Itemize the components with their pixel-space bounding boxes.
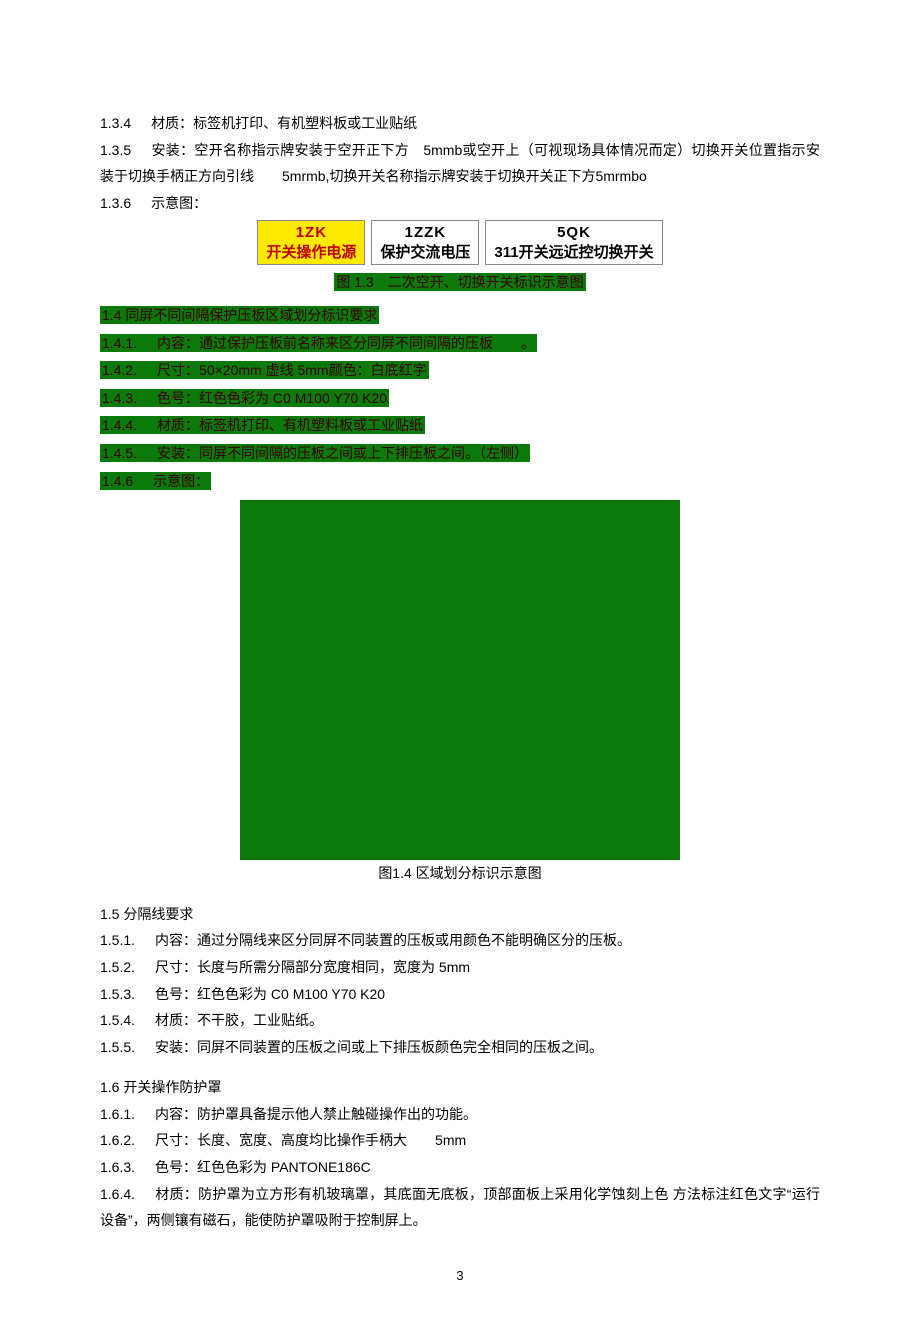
item-1-6-2: 1.6.2. 尺寸：长度、宽度、高度均比操作手柄大 5mm bbox=[100, 1127, 820, 1154]
text-1-3-5: 安装：空开名称指示牌安装于空开正下方 5mmb或空开上（可视现场具体情况而定）切… bbox=[100, 142, 820, 185]
item-1-6-3: 1.6.3. 色号：红色色彩为 PANTONE186C bbox=[100, 1154, 820, 1181]
text-1-6-3: 色号：红色色彩为 PANTONE186C bbox=[155, 1159, 371, 1175]
figure-1-3-caption-text: 图 1.3 二次空开、切换开关标识示意图 bbox=[334, 273, 585, 291]
item-1-3-5: 1.3.5安装：空开名称指示牌安装于空开正下方 5mmb或空开上（可视现场具体情… bbox=[100, 137, 820, 190]
num-1-6-4: 1.6.4. bbox=[100, 1186, 135, 1202]
label-1zzk-sub: 保护交流电压 bbox=[380, 243, 470, 263]
num-1-4-5: 1.4.5. bbox=[102, 445, 137, 461]
num-1-4-4: 1.4.4. bbox=[102, 417, 137, 433]
label-1zk: 1ZK 开关操作电源 bbox=[257, 220, 365, 265]
text-1-4: 1.4 同屏不同间隔保护压板区域划分标识要求 bbox=[100, 306, 379, 324]
item-1-4-3: 1.4.3. 色号：红色色彩为 C0 M100 Y70 K20 bbox=[100, 385, 820, 412]
item-1-3-6: 1.3.6 示意图： bbox=[100, 190, 820, 217]
item-1-4: 1.4 同屏不同间隔保护压板区域划分标识要求 bbox=[100, 302, 820, 329]
num-1-3-5: 1.3.5 bbox=[100, 142, 131, 158]
num-1-6-1: 1.6.1. bbox=[100, 1106, 135, 1122]
label-5qk: 5QK 311开关远近控切换开关 bbox=[485, 220, 662, 265]
text-1-4-1: 内容：通过保护压板前名称来区分同屏不同间隔的压板 。 bbox=[157, 335, 535, 351]
figure-1-4-caption: 图1.4 区域划分标识示意图 bbox=[100, 860, 820, 887]
text-1-4-4: 材质：标签机打印、有机塑料板或工业贴纸 bbox=[157, 417, 423, 433]
num-1-4-1: 1.4.1. bbox=[102, 335, 137, 351]
item-1-5-1: 1.5.1. 内容：通过分隔线来区分同屏不同装置的压板或用颜色不能明确区分的压板。 bbox=[100, 927, 820, 954]
num-1-5-5: 1.5.5. bbox=[100, 1039, 135, 1055]
text-1-5-1: 内容：通过分隔线来区分同屏不同装置的压板或用颜色不能明确区分的压板。 bbox=[155, 932, 631, 948]
text-1-5-4: 材质：不干胶，工业贴纸。 bbox=[155, 1012, 323, 1028]
label-5qk-title: 5QK bbox=[494, 223, 653, 243]
text-1-4-2: 尺寸：50×20mm 虚线 5mm颜色：白底红字 bbox=[157, 362, 427, 378]
text-1-6-4: 材质：防护罩为立方形有机玻璃罩，其底面无底板，顶部面板上采用化学蚀刻上色 方法标… bbox=[100, 1186, 820, 1229]
item-1-5-3: 1.5.3. 色号：红色色彩为 C0 M100 Y70 K20 bbox=[100, 981, 820, 1008]
num-1-4-6: 1.4.6 bbox=[102, 473, 133, 489]
text-1-3-6: 示意图： bbox=[151, 195, 207, 211]
num-1-3-4: 1.3.4 bbox=[100, 115, 131, 131]
label-1zzk: 1ZZK 保护交流电压 bbox=[371, 220, 479, 265]
figure-1-3-caption: 图 1.3 二次空开、切换开关标识示意图 bbox=[100, 269, 820, 296]
num-1-4-2: 1.4.2. bbox=[102, 362, 137, 378]
item-1-5-2: 1.5.2. 尺寸：长度与所需分隔部分宽度相同，宽度为 5mm bbox=[100, 954, 820, 981]
num-1-4-3: 1.4.3. bbox=[102, 390, 137, 406]
figure-1-4-image bbox=[240, 500, 680, 860]
num-1-6-3: 1.6.3. bbox=[100, 1159, 135, 1175]
item-1-4-2: 1.4.2. 尺寸：50×20mm 虚线 5mm颜色：白底红字 bbox=[100, 357, 820, 384]
num-1-3-6: 1.3.6 bbox=[100, 195, 131, 211]
label-1zzk-title: 1ZZK bbox=[380, 223, 470, 243]
num-1-6-2: 1.6.2. bbox=[100, 1132, 135, 1148]
text-1-6-1: 内容：防护罩具备提示他人禁止触碰操作出的功能。 bbox=[155, 1106, 477, 1122]
item-1-4-1: 1.4.1. 内容：通过保护压板前名称来区分同屏不同间隔的压板 。 bbox=[100, 330, 820, 357]
item-1-5-5: 1.5.5. 安装：同屏不同装置的压板之间或上下排压板颜色完全相同的压板之间。 bbox=[100, 1034, 820, 1061]
item-1-4-6: 1.4.6 示意图： bbox=[100, 468, 820, 495]
page-number: 3 bbox=[100, 1264, 820, 1289]
text-1-5-3: 色号：红色色彩为 C0 M100 Y70 K20 bbox=[155, 986, 385, 1002]
label-1zk-title: 1ZK bbox=[266, 223, 356, 243]
item-1-4-4: 1.4.4. 材质：标签机打印、有机塑料板或工业贴纸 bbox=[100, 412, 820, 439]
label-1zk-sub: 开关操作电源 bbox=[266, 243, 356, 263]
item-1-3-4: 1.3.4 材质：标签机打印、有机塑料板或工业贴纸 bbox=[100, 110, 820, 137]
text-1-4-5: 安装：同屏不同间隔的压板之间或上下排压板之间。（左侧） bbox=[157, 445, 528, 461]
num-1-5-2: 1.5.2. bbox=[100, 959, 135, 975]
num-1-5-1: 1.5.1. bbox=[100, 932, 135, 948]
text-1-4-3: 色号：红色色彩为 C0 M100 Y70 K20 bbox=[157, 390, 387, 406]
text-1-4-6: 示意图： bbox=[153, 473, 209, 489]
num-1-5-4: 1.5.4. bbox=[100, 1012, 135, 1028]
item-1-6-4: 1.6.4.材质：防护罩为立方形有机玻璃罩，其底面无底板，顶部面板上采用化学蚀刻… bbox=[100, 1181, 820, 1234]
section-1-6-title: 1.6 开关操作防护罩 bbox=[100, 1074, 820, 1101]
item-1-6-1: 1.6.1. 内容：防护罩具备提示他人禁止触碰操作出的功能。 bbox=[100, 1101, 820, 1128]
label-5qk-sub: 311开关远近控切换开关 bbox=[494, 243, 653, 263]
text-1-3-4: 材质：标签机打印、有机塑料板或工业贴纸 bbox=[151, 115, 417, 131]
num-1-5-3: 1.5.3. bbox=[100, 986, 135, 1002]
text-1-5-5: 安装：同屏不同装置的压板之间或上下排压板颜色完全相同的压板之间。 bbox=[155, 1039, 603, 1055]
text-1-6-2: 尺寸：长度、宽度、高度均比操作手柄大 5mm bbox=[155, 1132, 466, 1148]
item-1-4-5: 1.4.5. 安装：同屏不同间隔的压板之间或上下排压板之间。（左侧） bbox=[100, 440, 820, 467]
item-1-5-4: 1.5.4. 材质：不干胶，工业贴纸。 bbox=[100, 1007, 820, 1034]
figure-1-3-labels: 1ZK 开关操作电源 1ZZK 保护交流电压 5QK 311开关远近控切换开关 bbox=[100, 220, 820, 265]
text-1-5-2: 尺寸：长度与所需分隔部分宽度相同，宽度为 5mm bbox=[155, 959, 470, 975]
section-1-5-title: 1.5 分隔线要求 bbox=[100, 901, 820, 928]
